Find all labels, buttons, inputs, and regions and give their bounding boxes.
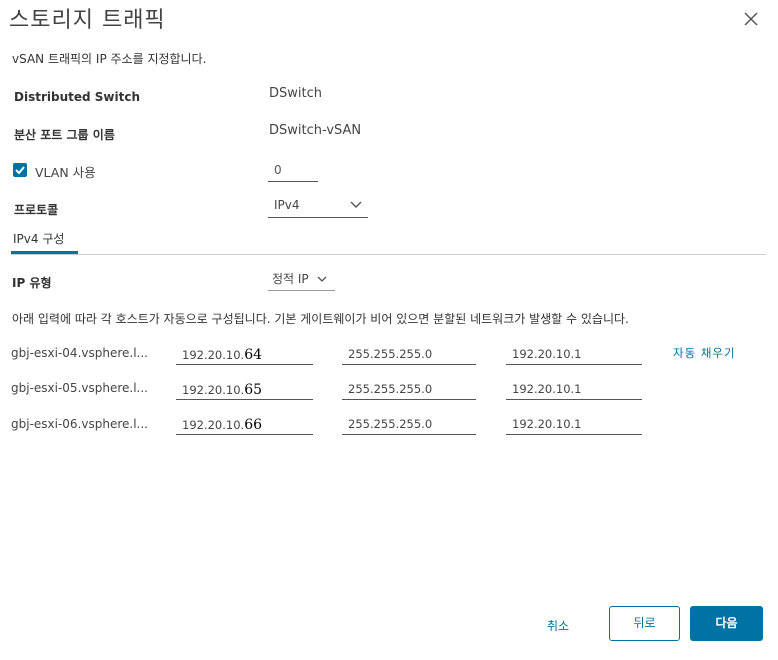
back-button[interactable]: 뒤로 [609,606,680,641]
close-icon[interactable] [742,10,760,28]
next-button[interactable]: 다음 [690,606,763,641]
host-ip-input-2[interactable]: 192.20.10.65 [176,378,313,400]
ip-type-underline [268,290,335,291]
ip-type-label: IP 유형 [12,276,52,290]
host-ip-input-3[interactable]: 192.20.10.66 [176,413,313,435]
tab-divider [11,254,766,255]
gateway-input-1[interactable]: 192.20.10.1 [506,343,642,365]
host-ip-overlay-2: 65 [244,382,263,398]
host-ip-input-1[interactable]: 192.20.10.64 [176,343,313,365]
distributed-switch-label: Distributed Switch [14,90,140,104]
cancel-button[interactable]: 취소 [547,617,569,634]
host-ip-value-2: 192.20.10. [182,383,245,397]
vlan-checkbox[interactable] [13,163,27,177]
netmask-input-2[interactable]: 255.255.255.0 [342,378,476,400]
vlan-label: VLAN 사용 [35,165,96,180]
host-ip-overlay-1: 64 [244,347,263,363]
dialog-title: 스토리지 트래픽 [9,8,166,33]
gateway-input-3[interactable]: 192.20.10.1 [506,413,642,435]
host-name-2: gbj-esxi-05.vsphere.l... [11,381,148,395]
netmask-input-1[interactable]: 255.255.255.0 [342,343,476,365]
ip-type-select[interactable]: 정적 IP [272,270,327,287]
host-ip-overlay-3: 66 [244,417,263,433]
checkmark-icon [15,166,25,175]
auto-config-hint: 아래 입력에 따라 각 호스트가 자동으로 구성됩니다. 기본 게이트웨이가 비… [12,312,629,326]
protocol-label: 프로토콜 [14,203,59,217]
chevron-down-icon [350,201,362,208]
netmask-input-3[interactable]: 255.255.255.0 [342,413,476,435]
ip-type-value: 정적 IP [272,272,309,286]
host-ip-value-1: 192.20.10. [182,348,245,362]
gateway-input-2[interactable]: 192.20.10.1 [506,378,642,400]
chevron-down-icon [317,276,326,282]
dialog-description: vSAN 트래픽의 IP 주소를 지정합니다. [12,52,207,66]
tab-ipv4-config[interactable]: IPv4 구성 [13,230,64,247]
port-group-value: DSwitch-vSAN [269,123,362,138]
protocol-value: IPv4 [274,198,300,212]
vlan-id-input[interactable]: 0 [268,158,318,182]
port-group-label: 분산 포트 그룹 이름 [14,128,115,142]
host-name-3: gbj-esxi-06.vsphere.l... [11,417,148,431]
distributed-switch-value: DSwitch [269,86,322,101]
autofill-button[interactable]: 자동 채우기 [673,345,736,361]
host-ip-value-3: 192.20.10. [182,418,245,432]
host-name-1: gbj-esxi-04.vsphere.l... [11,346,148,360]
protocol-select[interactable]: IPv4 [268,195,368,218]
